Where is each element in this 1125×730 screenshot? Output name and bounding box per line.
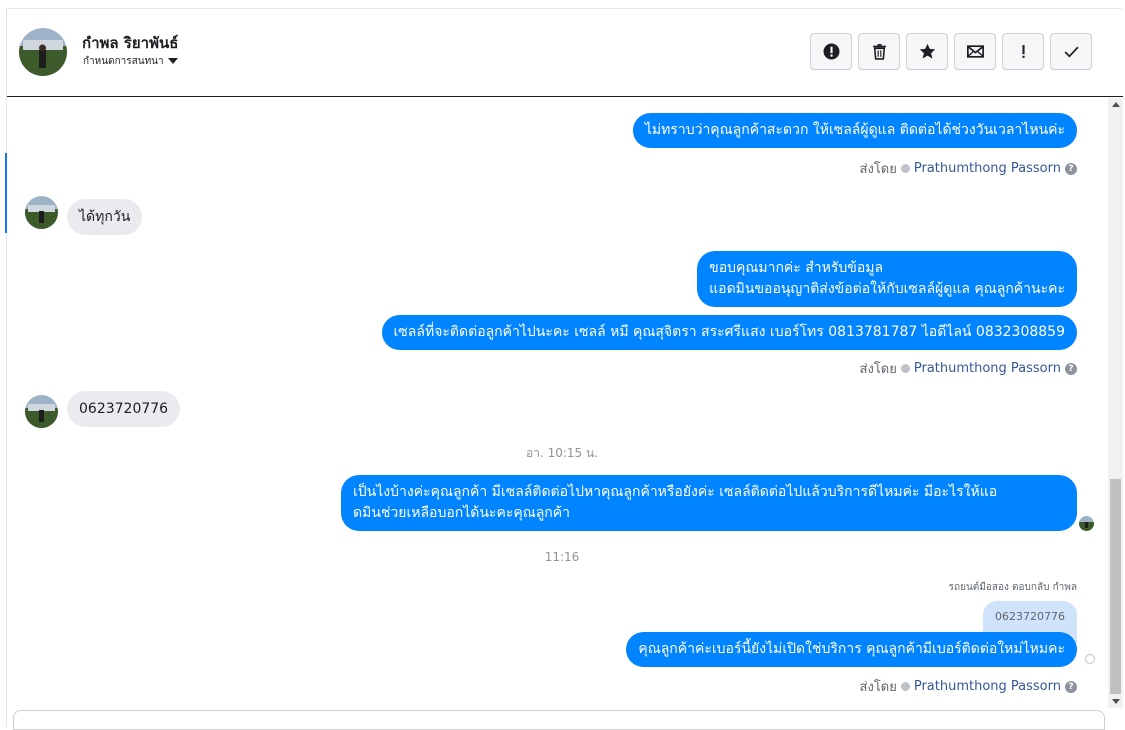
- sent-by-line: ส่งโดย Prathumthong Passorn ?: [860, 358, 1077, 379]
- agent-name[interactable]: Prathumthong Passorn: [914, 361, 1061, 376]
- agent-name[interactable]: Prathumthong Passorn: [914, 161, 1061, 176]
- follow-up-button[interactable]: [1002, 33, 1044, 70]
- seen-avatar: [1079, 516, 1094, 531]
- outgoing-message[interactable]: เป็นไงบ้างค่ะคุณลูกค้า มีเซลล์ติดต่อไปหา…: [341, 475, 1077, 531]
- message-composer[interactable]: [13, 710, 1105, 730]
- timestamp-separator: 11:16: [544, 550, 580, 564]
- star-button[interactable]: [906, 33, 948, 70]
- sent-by-line: ส่งโดย Prathumthong Passorn ?: [860, 676, 1077, 697]
- message-line: เป็นไงบ้างค่ะคุณลูกค้า มีเซลล์ติดต่อไปหา…: [353, 484, 998, 500]
- sent-check-icon: [900, 164, 910, 173]
- spam-button[interactable]: [810, 33, 852, 70]
- star-icon: [919, 43, 935, 59]
- scroll-down-arrow-icon[interactable]: [1112, 699, 1120, 704]
- help-icon[interactable]: ?: [1065, 162, 1077, 175]
- incoming-message[interactable]: 0623720776: [67, 391, 181, 427]
- scrollbar[interactable]: [1108, 98, 1123, 708]
- trash-icon: [872, 44, 886, 60]
- conversation-header: กำพล ริยาพันธ์ กำหนดการสนทนา: [7, 9, 1123, 97]
- mark-unread-button[interactable]: [954, 33, 996, 70]
- scroll-up-arrow-icon[interactable]: [1112, 102, 1120, 107]
- agent-name[interactable]: Prathumthong Passorn: [914, 679, 1061, 694]
- delivered-icon: [1085, 654, 1095, 664]
- contact-avatar-small[interactable]: [25, 395, 58, 428]
- exclamation-icon: [1021, 45, 1025, 58]
- scroll-thumb[interactable]: [1110, 479, 1121, 694]
- selected-indicator: [5, 153, 7, 233]
- checkmark-icon: [1064, 46, 1078, 58]
- mark-done-button[interactable]: [1050, 33, 1092, 70]
- delete-button[interactable]: [858, 33, 900, 70]
- caret-down-icon: [167, 58, 178, 64]
- contact-name[interactable]: กำพล ริยาพันธ์: [82, 31, 178, 55]
- timestamp-separator: อา. 10:15 น.: [526, 446, 598, 460]
- sent-check-icon: [900, 364, 910, 373]
- message-line: ขอบคุณมากค่ะ สำหรับข้อมูล: [709, 260, 884, 276]
- sent-by-label: ส่งโดย: [859, 162, 897, 177]
- envelope-icon: [966, 45, 984, 58]
- contact-avatar-small[interactable]: [25, 196, 58, 229]
- inbox-conversation-panel: กำพล ริยาพันธ์ กำหนดการสนทนา ไม่ทราบว่าค…: [5, 8, 1123, 727]
- sent-check-icon: [900, 682, 910, 691]
- outgoing-message[interactable]: เซลล์ที่จะติดต่อลูกค้าไปนะคะ เซลล์ หมี ค…: [381, 315, 1077, 350]
- conversation-actions: [810, 33, 1092, 70]
- sent-by-line: ส่งโดย Prathumthong Passorn ?: [860, 158, 1077, 179]
- sent-by-label: ส่งโดย: [859, 362, 897, 377]
- sent-by-label: ส่งโดย: [859, 680, 897, 695]
- outgoing-message[interactable]: คุณลูกค้าค่ะเบอร์นี้ยังไม่เปิดใช่บริการ …: [626, 632, 1077, 667]
- contact-avatar[interactable]: [19, 28, 67, 76]
- outgoing-message[interactable]: ขอบคุณมากค่ะ สำหรับข้อมูล แอดมินขออนุญาต…: [697, 251, 1077, 307]
- exclamation-circle-icon: [823, 43, 839, 60]
- message-thread[interactable]: ไม่ทราบว่าคุณลูกค้าสะดวก ให้เซลล์ผู้ดูแล…: [5, 98, 1107, 708]
- message-line: แอดมินขออนุญาติส่งข้อต่อให้กับเซลล์ผู้ดู…: [709, 281, 1065, 297]
- assign-conversation-dropdown[interactable]: กำหนดการสนทนา: [83, 54, 178, 69]
- reply-note: รถยนต์มือสอง ตอบกลับ กำพล: [948, 582, 1077, 593]
- help-icon[interactable]: ?: [1065, 680, 1077, 693]
- incoming-message[interactable]: ได้ทุกวัน: [67, 199, 143, 235]
- message-line: ดมินช่วยเหลือบอกได้นะคะคุณลูกค้า: [353, 505, 570, 521]
- outgoing-message[interactable]: ไม่ทราบว่าคุณลูกค้าสะดวก ให้เซลล์ผู้ดูแล…: [632, 113, 1077, 148]
- help-icon[interactable]: ?: [1065, 362, 1077, 375]
- assign-label: กำหนดการสนทนา: [83, 56, 164, 67]
